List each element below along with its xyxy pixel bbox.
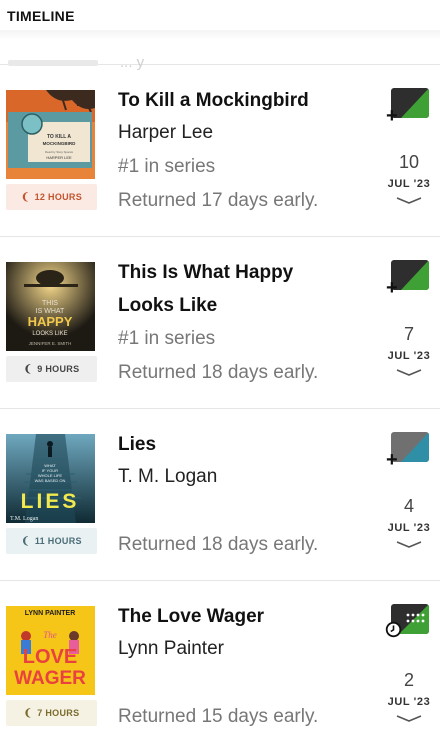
return-status: Returned 15 days early. [118,706,319,727]
previous-duration-chip [8,60,98,66]
book-title[interactable]: To Kill a Mockingbird [118,84,333,117]
previous-row-text: ... y [120,54,145,71]
cover-title: LIES [21,490,80,513]
date-month: JUL '23 [387,350,431,362]
book-author[interactable]: Harper Lee [118,122,213,144]
book-author[interactable]: T. M. Logan [118,466,217,488]
cover-author: JENNIFER E. SMITH [29,341,72,346]
duration-label: 12 HOURS [34,192,83,202]
cover-author: T.M. Logan [10,516,38,522]
date-day: 7 [403,324,414,344]
sprout-icon: ❨ [23,707,33,719]
date-day: 10 [398,152,420,172]
reading-progress-button[interactable] [385,604,429,638]
return-status: Returned 17 days early. [118,190,319,211]
return-date: 4 JUL '23 [380,496,438,548]
chevron-down-icon[interactable] [380,192,438,204]
book-row-lies[interactable]: WHAT IF YOUR WHOLE LIFE WAS BASED ON LIE… [0,408,440,580]
add-to-list-button[interactable]: + [386,432,429,470]
return-date: 2 JUL '23 [380,670,438,722]
plus-icon: + [386,105,398,127]
add-to-list-button[interactable]: + [386,88,429,126]
sprout-icon: ❨ [20,191,30,203]
book-title[interactable]: The Love Wager [118,600,333,633]
series-info: #1 in series [118,328,216,349]
plus-icon: + [386,449,398,471]
date-month: JUL '23 [387,178,431,190]
date-month: JUL '23 [387,522,431,534]
book-cover[interactable]: WHAT IF YOUR WHOLE LIFE WAS BASED ON LIE… [6,434,95,523]
book-row-the-love-wager[interactable]: LYNN PAINTER The LOVE WAGER ❨ 7 HOURS Th… [0,580,440,752]
duration-label: 7 HOURS [37,708,80,718]
duration-badge: ❨ 7 HOURS [6,700,97,726]
book-author[interactable]: Lynn Painter [118,638,224,660]
cover-title-line-2: LOVE [23,646,77,668]
date-day: 4 [403,496,414,516]
timeline-header: TIMELINE [0,0,440,30]
page-title: TIMELINE [7,8,75,24]
duration-label: 11 HOURS [34,536,82,546]
chevron-down-icon[interactable] [380,536,438,548]
chevron-down-icon[interactable] [380,364,438,376]
book-row-to-kill-a-mockingbird[interactable]: TO KILL A MOCKINGBIRD Read by Sissy Spac… [0,64,440,236]
duration-badge: ❨ 11 HOURS [6,528,97,554]
cover-author: HARPER LEE [46,155,72,160]
cover-title-line-1: The [43,630,57,640]
cover-title-line-1: THIS [42,300,58,307]
cover-title-line-3: WAGER [14,668,86,689]
return-date: 10 JUL '23 [380,152,438,204]
header-shadow [0,30,440,40]
date-month: JUL '23 [387,696,431,708]
cover-title-line-4: LOOKS LIKE [32,331,67,337]
book-cover[interactable]: THIS IS WHAT HAPPY LOOKS LIKE JENNIFER E… [6,262,95,351]
duration-badge: ❨ 12 HOURS [6,184,97,210]
book-title[interactable]: Lies [118,428,333,461]
cover-tagline-4: WAS BASED ON [35,478,66,483]
book-cover[interactable]: TO KILL A MOCKINGBIRD Read by Sissy Spac… [6,90,95,179]
cover-narrator: Read by Sissy Spacek [45,150,74,154]
date-day: 2 [403,670,414,690]
cover-title-line-3: HAPPY [28,314,73,329]
return-date: 7 JUL '23 [380,324,438,376]
sprout-icon: ❨ [21,535,30,547]
chevron-down-icon[interactable] [380,710,438,722]
cover-author: LYNN PAINTER [25,610,76,617]
plus-icon: + [386,277,398,299]
duration-badge: ❨ 9 HOURS [6,356,97,382]
series-info: #1 in series [118,156,216,177]
return-status: Returned 18 days early. [118,534,319,555]
cover-title-line-2: MOCKINGBIRD [43,141,76,146]
cover-title-line-1: TO KILL A [47,134,71,140]
duration-label: 9 HOURS [37,364,80,374]
return-status: Returned 18 days early. [118,362,319,383]
book-cover[interactable]: LYNN PAINTER The LOVE WAGER [6,606,95,695]
add-to-list-button[interactable]: + [386,260,429,298]
sprout-icon: ❨ [23,363,33,375]
book-row-this-is-what-happy-looks-like[interactable]: THIS IS WHAT HAPPY LOOKS LIKE JENNIFER E… [0,236,440,408]
clock-icon [385,621,402,643]
book-title[interactable]: This Is What Happy Looks Like [118,256,333,322]
